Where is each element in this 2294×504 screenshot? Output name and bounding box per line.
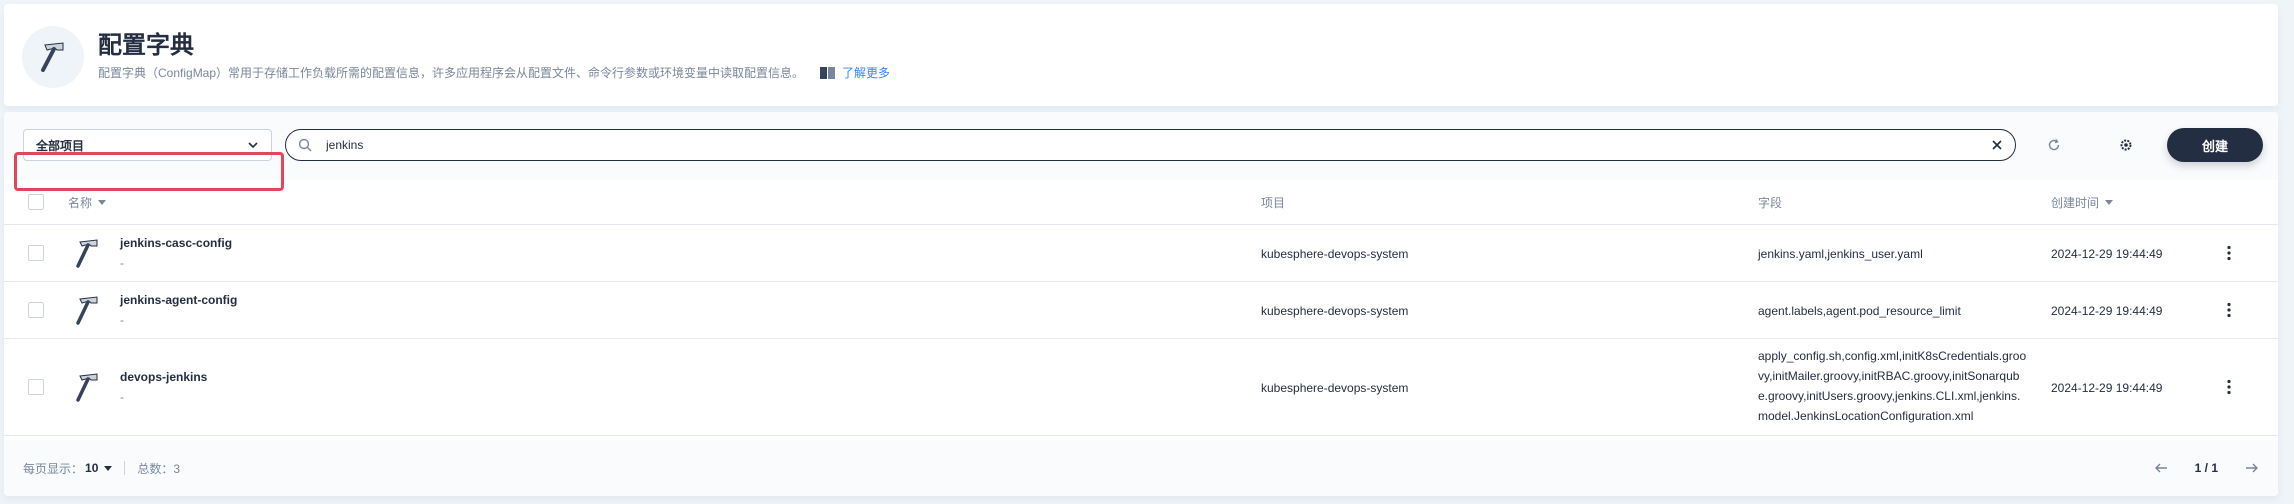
row-more-button[interactable] (2219, 300, 2239, 320)
hammer-icon (76, 296, 98, 325)
project-cell: kubesphere-devops-system (1261, 380, 1409, 395)
page-description: 配置字典（ConfigMap）常用于存储工作负载所需的配置信息，许多应用程序会从… (98, 65, 890, 81)
more-vertical-icon (2227, 302, 2231, 318)
book-icon (820, 67, 836, 79)
next-page-icon[interactable] (2244, 462, 2260, 474)
created-cell: 2024-12-29 19:44:49 (2051, 380, 2163, 395)
column-name[interactable]: 名称 (68, 180, 107, 225)
fields-cell: apply_config.sh,config.xml,initK8sCreden… (1758, 346, 2028, 426)
chevron-down-icon (104, 465, 113, 471)
create-button[interactable]: 创建 (2167, 128, 2263, 162)
more-vertical-icon (2227, 245, 2231, 261)
row-checkbox[interactable] (28, 379, 44, 395)
fields-cell: jenkins.yaml,jenkins_user.yaml (1758, 246, 1923, 261)
table-row[interactable]: devops-jenkins - kubesphere-devops-syste… (4, 339, 2278, 436)
learn-more-link[interactable]: 了解更多 (820, 65, 890, 81)
refresh-icon (2048, 139, 2060, 151)
created-cell: 2024-12-29 19:44:49 (2051, 303, 2163, 318)
page-indicator: 1 / 1 (2194, 461, 2218, 475)
settings-button[interactable] (2110, 129, 2142, 161)
row-more-button[interactable] (2219, 243, 2239, 263)
name-cell: devops-jenkins - (120, 369, 207, 405)
column-project-label: 项目 (1261, 196, 1286, 210)
hammer-icon (76, 239, 98, 268)
column-fields: 字段 (1758, 180, 1782, 225)
refresh-button[interactable] (2038, 129, 2070, 161)
description-text: 配置字典（ConfigMap）常用于存储工作负载所需的配置信息，许多应用程序会从… (98, 66, 805, 80)
search-box[interactable] (285, 129, 2016, 161)
configmap-name-link[interactable]: jenkins-agent-config (120, 292, 237, 308)
column-project: 项目 (1261, 180, 1285, 225)
sort-caret-icon[interactable] (2105, 200, 2114, 205)
toolbar: 全部项目 jenkins 创建 (4, 112, 2278, 180)
select-all-checkbox[interactable] (28, 194, 44, 210)
configmap-name-link[interactable]: devops-jenkins (120, 369, 207, 385)
configmap-table-panel: 全部项目 jenkins 创建 名称 项目 字段 创建时间 jenkins-ca… (4, 112, 2278, 496)
per-page-select[interactable]: 10 (85, 461, 113, 475)
hammer-icon (76, 373, 98, 402)
configmap-description: - (120, 256, 124, 270)
name-cell: jenkins-casc-config - (120, 235, 232, 271)
search-icon (298, 138, 312, 152)
table-header: 名称 项目 字段 创建时间 (4, 180, 2278, 225)
created-cell: 2024-12-29 19:44:49 (2051, 246, 2163, 261)
column-created[interactable]: 创建时间 (2051, 180, 2114, 225)
page-banner: 配置字典 配置字典（ConfigMap）常用于存储工作负载所需的配置信息，许多应… (4, 4, 2278, 106)
name-cell: jenkins-agent-config - (120, 292, 237, 328)
sort-caret-icon[interactable] (98, 200, 107, 205)
per-page-label: 每页显示： (23, 461, 84, 476)
project-select-value: 全部项目 (36, 138, 85, 153)
page-title: 配置字典 (98, 32, 194, 59)
project-cell: kubesphere-devops-system (1261, 303, 1409, 318)
table-row[interactable]: jenkins-agent-config - kubesphere-devops… (4, 282, 2278, 339)
learn-more-label: 了解更多 (842, 66, 891, 80)
gear-icon (2120, 139, 2132, 151)
pagination: 1 / 1 (2153, 440, 2260, 496)
divider (124, 461, 126, 475)
hammer-icon (22, 26, 84, 88)
table-row[interactable]: jenkins-casc-config - kubesphere-devops-… (4, 225, 2278, 282)
project-select[interactable]: 全部项目 (23, 129, 272, 161)
fields-text: apply_config.sh,config.xml,initK8sCreden… (1758, 349, 2027, 423)
column-fields-label: 字段 (1758, 196, 1783, 210)
column-name-label: 名称 (68, 196, 93, 210)
total-count: 总数：3 (137, 461, 181, 476)
per-page-value: 10 (85, 461, 99, 475)
prev-page-icon[interactable] (2153, 462, 2169, 474)
configmap-name-link[interactable]: jenkins-casc-config (120, 235, 232, 251)
clear-search-icon[interactable] (1991, 139, 2003, 151)
configmap-description: - (120, 390, 124, 404)
column-created-label: 创建时间 (2051, 196, 2100, 210)
configmap-description: - (120, 313, 124, 327)
chevron-down-icon (248, 142, 258, 149)
more-vertical-icon (2227, 379, 2231, 395)
row-checkbox[interactable] (28, 245, 44, 261)
project-cell: kubesphere-devops-system (1261, 246, 1409, 261)
row-checkbox[interactable] (28, 302, 44, 318)
pagination-size: 每页显示： 10 总数：3 (23, 440, 180, 496)
table-footer: 每页显示： 10 总数：3 1 / 1 (4, 440, 2278, 496)
row-more-button[interactable] (2219, 377, 2239, 397)
search-input[interactable] (326, 138, 1991, 152)
fields-cell: agent.labels,agent.pod_resource_limit (1758, 303, 1961, 318)
